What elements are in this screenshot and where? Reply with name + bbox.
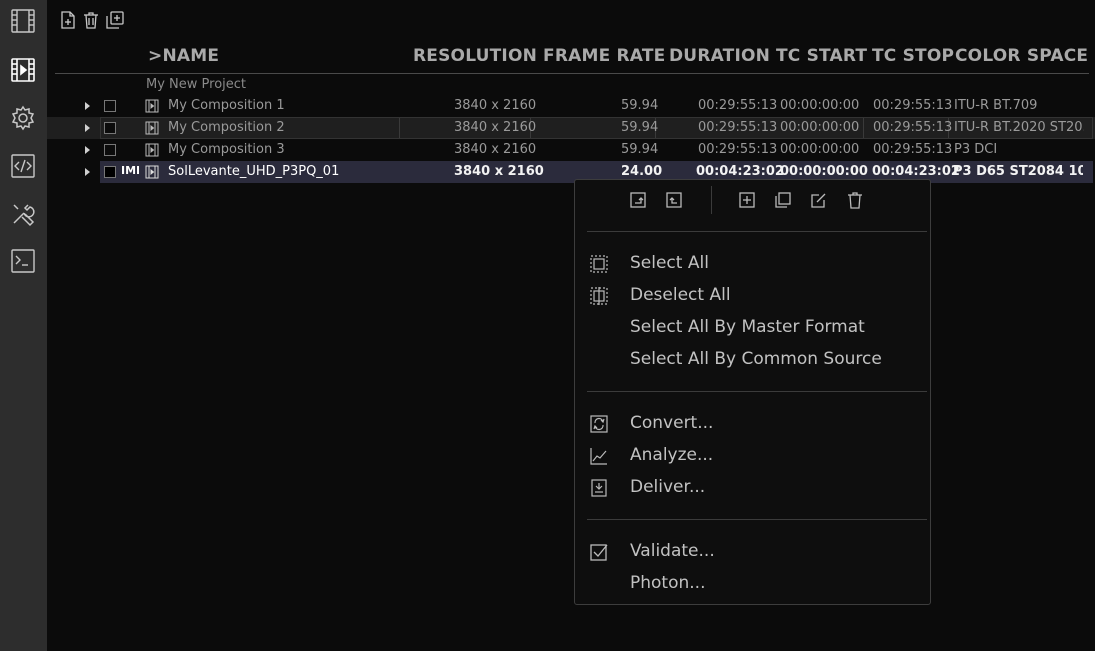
row-frame-rate: 24.00 [621,164,663,179]
row-name: My Composition 2 [168,120,285,135]
row-name: My Composition 3 [168,142,285,157]
delete-icon[interactable] [845,190,865,210]
row-tc-stop: 00:29:55:13 [873,142,953,157]
menu-item-deliver[interactable]: Deliver... [630,477,705,497]
row-tc-stop: 00:29:55:13 [873,98,953,113]
menu-item-convert[interactable]: Convert... [630,413,713,433]
duplicate-icon[interactable] [105,10,125,30]
menu-divider [587,391,927,392]
project-name[interactable]: My New Project [146,77,246,92]
row-name: My Composition 1 [168,98,285,113]
row-duration: 00:29:55:13 [698,142,778,157]
row-resolution: 3840 x 2160 [454,164,544,179]
menu-divider [587,231,927,232]
replace-icon[interactable] [628,190,648,210]
menu-item-validate[interactable]: Validate... [630,541,715,561]
column-divider [863,118,864,138]
composition-icon [145,165,159,179]
copy-icon[interactable] [773,190,793,210]
col-header-duration[interactable]: DURATION [669,46,770,70]
add-icon[interactable] [737,190,757,210]
main-panel: >NAME RESOLUTION FRAME RATE DURATION TC … [47,0,1095,651]
terminal-icon[interactable] [10,248,36,274]
table-row[interactable]: My Composition 3 3840 x 2160 59.94 00:29… [47,139,1095,161]
row-checkbox[interactable] [104,122,116,134]
edit-icon[interactable] [809,190,829,210]
row-color-space: P3 D65 ST2084 100... [953,164,1083,179]
toolbar-divider [711,186,712,214]
row-tc-stop: 00:04:23:02 [872,164,960,179]
imf-badge: IMF [121,164,139,177]
col-header-color-space[interactable]: COLOR SPACE [955,46,1088,70]
row-resolution: 3840 x 2160 [454,142,537,157]
menu-item-deselect-all[interactable]: Deselect All [630,285,731,305]
row-color-space: P3 DCI [954,142,998,157]
convert-icon [589,414,609,434]
select-all-icon [589,254,609,274]
row-name: SolLevante_UHD_P3PQ_01 [168,164,340,179]
header-divider [55,73,1089,74]
menu-item-select-all[interactable]: Select All [630,253,709,273]
table-row-selected[interactable]: IMF SolLevante_UHD_P3PQ_01 3840 x 2160 2… [47,161,1095,183]
menu-item-photon[interactable]: Photon... [630,573,705,593]
row-duration: 00:04:23:02 [696,164,784,179]
sidebar [0,0,47,651]
row-color-space: ITU-R BT.709 [954,98,1038,113]
col-header-name[interactable]: >NAME [148,46,219,70]
row-color-space: ITU-R BT.2020 ST20... [954,120,1084,135]
new-file-icon[interactable] [58,10,78,30]
deliver-icon [589,478,609,498]
col-header-frame-rate[interactable]: FRAME RATE [543,46,665,70]
row-duration: 00:29:55:13 [698,120,778,135]
row-tc-stop: 00:29:55:13 [873,120,953,135]
expand-arrow-icon[interactable] [85,102,90,110]
gear-icon[interactable] [10,105,36,131]
row-frame-rate: 59.94 [621,120,659,135]
row-checkbox[interactable] [104,144,116,156]
col-header-tc-start[interactable]: TC START [776,46,867,70]
row-tc-start: 00:00:00:00 [780,120,860,135]
menu-item-select-by-master-format[interactable]: Select All By Master Format [630,317,865,337]
expand-arrow-icon[interactable] [85,124,90,132]
compositions-icon[interactable] [10,57,36,83]
code-icon[interactable] [10,153,36,179]
row-frame-rate: 59.94 [621,98,659,113]
table-row[interactable]: My Composition 1 3840 x 2160 59.94 00:29… [47,95,1095,117]
deselect-all-icon [589,286,609,306]
menu-item-analyze[interactable]: Analyze... [630,445,713,465]
row-tc-start: 00:00:00:00 [780,164,868,179]
composition-icon [145,121,159,135]
row-resolution: 3840 x 2160 [454,120,537,135]
context-menu: Select All Deselect All Select All By Ma… [574,179,931,605]
row-checkbox[interactable] [104,166,116,178]
composition-icon [145,99,159,113]
tools-icon[interactable] [10,201,36,227]
analyze-icon [589,446,609,466]
expand-arrow-icon[interactable] [85,168,90,176]
revert-icon[interactable] [664,190,684,210]
composition-icon [145,143,159,157]
menu-item-select-by-common-source[interactable]: Select All By Common Source [630,349,882,369]
row-tc-start: 00:00:00:00 [780,142,860,157]
validate-icon [589,542,609,562]
row-checkbox[interactable] [104,100,116,112]
row-resolution: 3840 x 2160 [454,98,537,113]
trash-icon[interactable] [81,10,101,30]
expand-arrow-icon[interactable] [85,146,90,154]
col-header-resolution[interactable]: RESOLUTION [413,46,537,70]
row-tc-start: 00:00:00:00 [780,98,860,113]
col-header-tc-stop[interactable]: TC STOP [872,46,954,70]
table-row[interactable]: My Composition 2 3840 x 2160 59.94 00:29… [47,117,1095,139]
row-duration: 00:29:55:13 [698,98,778,113]
column-divider [399,118,400,138]
film-strip-icon[interactable] [10,8,36,34]
row-frame-rate: 59.94 [621,142,659,157]
menu-divider [587,519,927,520]
